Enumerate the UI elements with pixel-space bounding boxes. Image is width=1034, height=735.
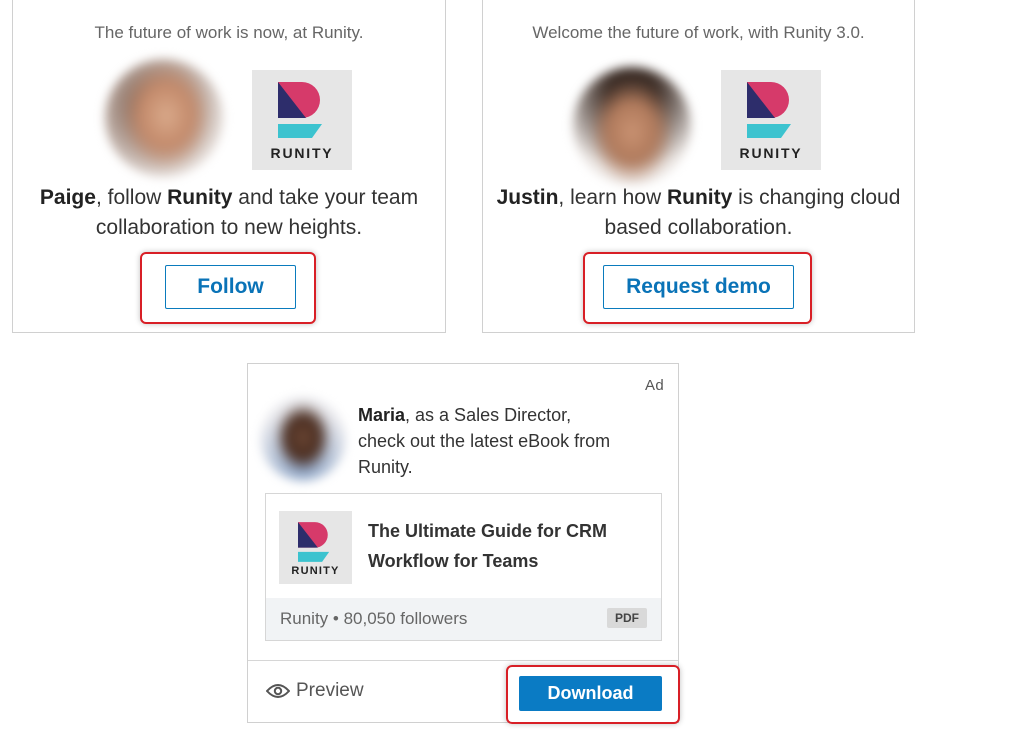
member-avatar <box>105 59 223 177</box>
logo-wordmark: RUNITY <box>739 145 803 161</box>
runity-logo-icon <box>278 82 322 138</box>
runity-logo-icon <box>298 522 330 562</box>
preview-label: Preview <box>296 680 364 701</box>
runity-logo-icon <box>747 82 791 138</box>
message-text: , learn how <box>558 186 667 209</box>
highlight-box <box>506 665 680 724</box>
member-avatar <box>261 397 345 481</box>
ad-tagline: The future of work is now, at Runity. <box>94 23 364 42</box>
ad-tagline: Welcome the future of work, with Runity … <box>532 23 865 42</box>
follower-count: Runity • 80,050 followers <box>280 609 468 628</box>
follow-ad-card: Ad The future of work is now, at Runity.… <box>12 0 446 333</box>
highlight-box <box>140 252 316 324</box>
document-preview-card[interactable]: RUNITY The Ultimate Guide for CRM Workfl… <box>265 493 662 641</box>
ad-message: Maria, as a Sales Director, check out th… <box>358 402 618 480</box>
message-text: , follow <box>95 186 168 209</box>
member-name: Maria <box>358 405 406 425</box>
highlight-box <box>583 252 812 324</box>
document-title[interactable]: The Ultimate Guide for CRM Workflow for … <box>368 516 638 576</box>
eye-icon <box>266 684 290 698</box>
pdf-badge: PDF <box>607 608 647 628</box>
ad-message: Justin, learn how Runity is changing clo… <box>493 183 904 243</box>
demo-ad-card: Ad Welcome the future of work, with Runi… <box>482 0 915 333</box>
logo-wordmark: RUNITY <box>291 565 340 577</box>
member-name: Paige <box>39 186 96 209</box>
logo-wordmark: RUNITY <box>270 145 334 161</box>
member-avatar <box>573 67 691 185</box>
brand-name: Runity <box>167 186 233 209</box>
document-footer: Runity • 80,050 followers PDF <box>266 598 661 640</box>
company-logo[interactable]: RUNITY <box>252 70 352 170</box>
company-logo: RUNITY <box>279 511 352 584</box>
member-name: Justin <box>496 186 559 209</box>
brand-name: Runity <box>666 186 733 209</box>
ad-label: Ad <box>645 377 664 394</box>
preview-link[interactable]: Preview <box>266 680 364 702</box>
document-ad-card: Ad Maria, as a Sales Director, check out… <box>247 363 680 724</box>
divider <box>248 660 678 661</box>
company-logo[interactable]: RUNITY <box>721 70 821 170</box>
ad-message: Paige, follow Runity and take your team … <box>23 183 435 243</box>
